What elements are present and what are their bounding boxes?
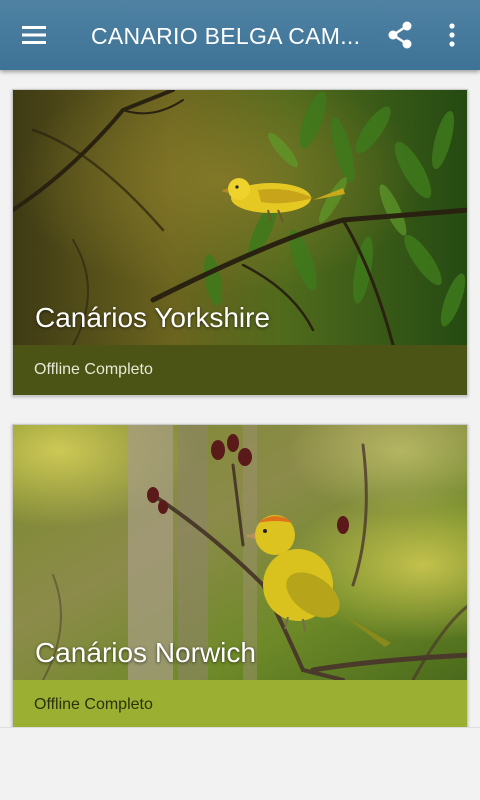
card-subtitle: Offline Completo: [13, 680, 467, 733]
yorkshire-canary-photo: Canários Yorkshire: [13, 90, 467, 345]
card-yorkshire[interactable]: Canários Yorkshire Offline Completo: [12, 89, 468, 396]
share-icon: [388, 21, 412, 49]
app-bar: CANARIO BELGA CAM...: [0, 0, 480, 70]
card-subtitle: Offline Completo: [13, 345, 467, 395]
share-button[interactable]: [382, 17, 418, 53]
app-title: CANARIO BELGA CAM...: [91, 23, 361, 49]
card-norwich[interactable]: Canários Norwich Offline Completo: [12, 424, 468, 734]
card-title: Canários Norwich: [35, 637, 256, 668]
more-vert-icon: [449, 23, 455, 47]
hamburger-menu-icon: [22, 26, 46, 44]
card-title: Canários Yorkshire: [35, 302, 271, 333]
norwich-canary-photo: Canários Norwich: [13, 425, 467, 680]
more-options-button[interactable]: [438, 17, 466, 53]
menu-button[interactable]: [14, 17, 54, 53]
bottom-area: [0, 727, 480, 800]
